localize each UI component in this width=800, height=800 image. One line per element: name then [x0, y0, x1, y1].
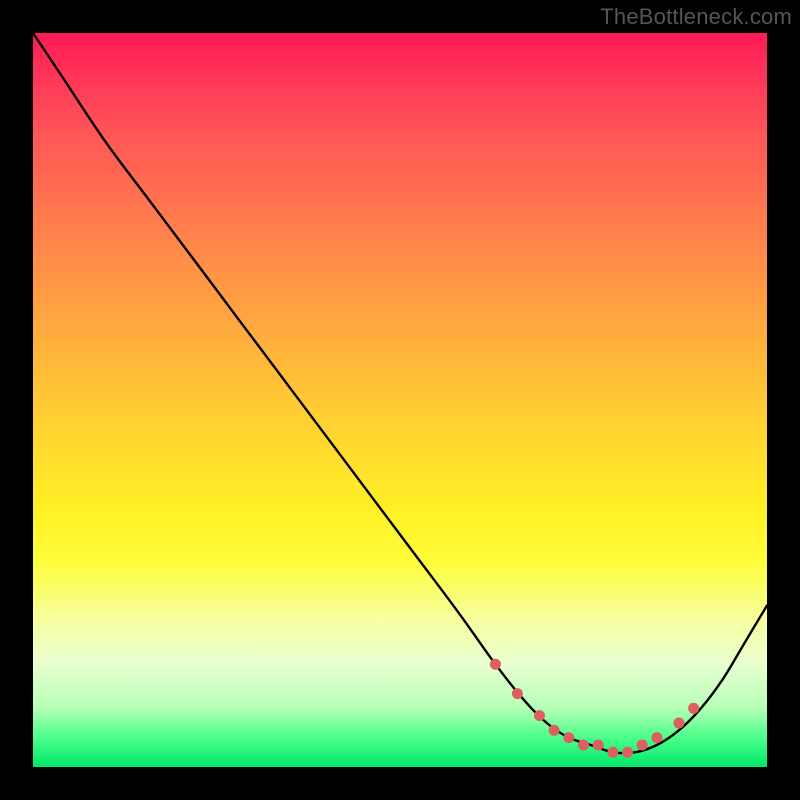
highlight-dot [637, 740, 648, 751]
highlight-dots [490, 659, 699, 758]
highlight-dot [607, 747, 618, 758]
chart-frame: TheBottleneck.com [0, 0, 800, 800]
watermark-text: TheBottleneck.com [600, 4, 792, 30]
highlight-dot [578, 740, 589, 751]
highlight-dot [651, 732, 662, 743]
curve-svg [33, 33, 767, 767]
highlight-dot [512, 688, 523, 699]
highlight-dot [593, 740, 604, 751]
bottleneck-curve [33, 33, 767, 753]
plot-area [33, 33, 767, 767]
highlight-dot [490, 659, 501, 670]
highlight-dot [622, 747, 633, 758]
highlight-dot [673, 718, 684, 729]
highlight-dot [688, 703, 699, 714]
highlight-dot [549, 725, 560, 736]
highlight-dot [534, 710, 545, 721]
highlight-dot [563, 732, 574, 743]
